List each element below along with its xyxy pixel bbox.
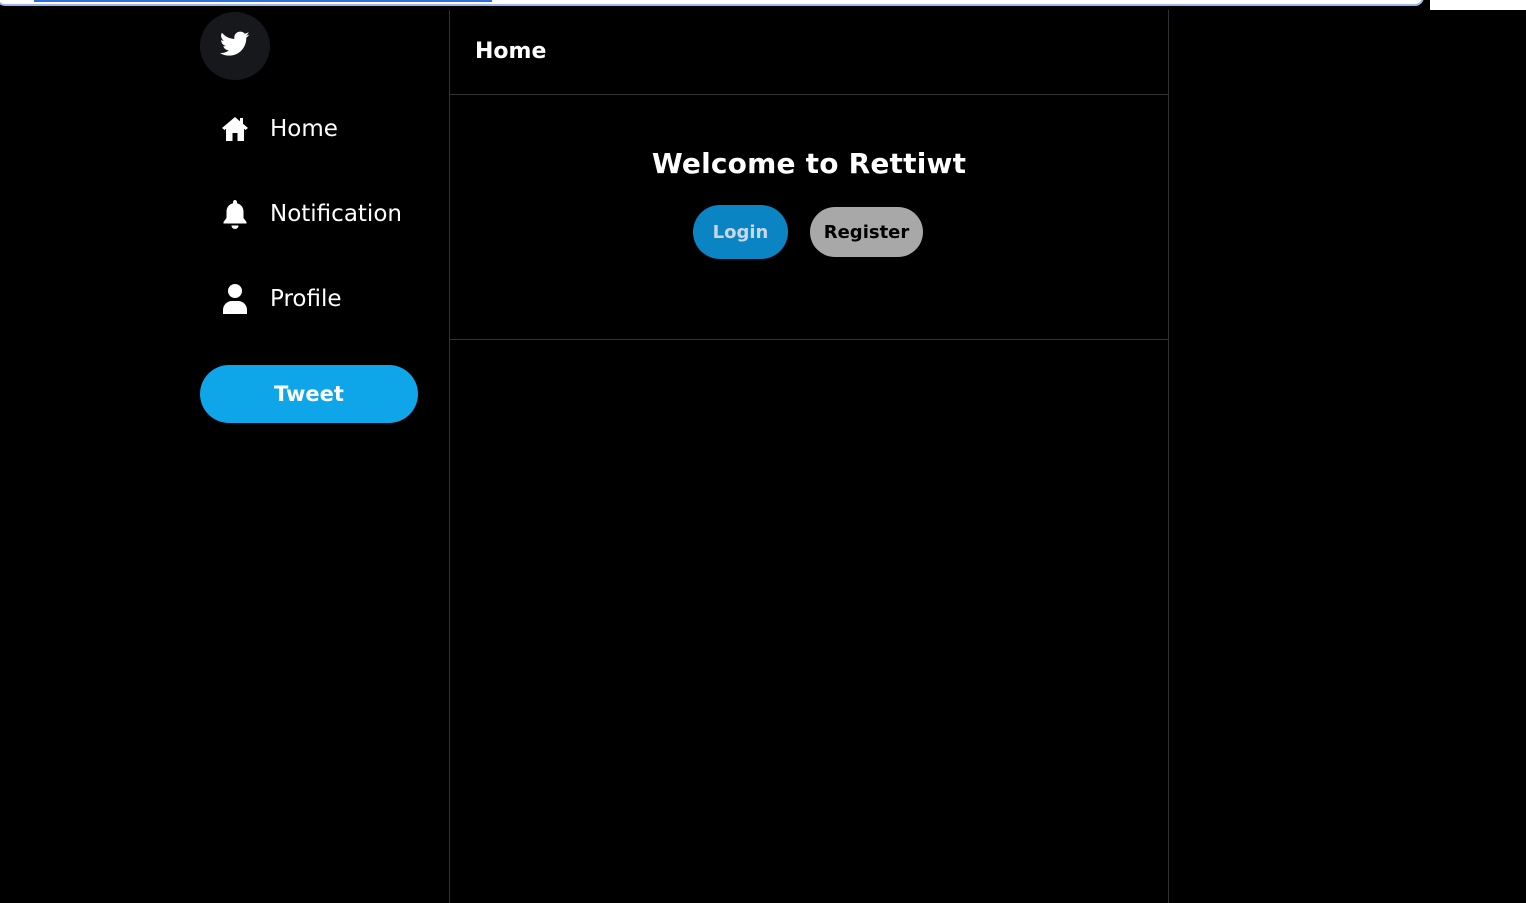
home-icon bbox=[218, 112, 252, 146]
logo-button[interactable] bbox=[200, 12, 270, 80]
register-button[interactable]: Register bbox=[810, 207, 923, 257]
page-title: Home bbox=[475, 38, 547, 64]
nav-item-home[interactable]: Home bbox=[218, 109, 338, 149]
twitter-bird-icon bbox=[219, 31, 250, 61]
browser-corner bbox=[1430, 0, 1526, 10]
main-header: Home bbox=[450, 10, 1168, 95]
welcome-heading: Welcome to Rettiwt bbox=[651, 147, 967, 180]
nav-label-profile: Profile bbox=[270, 286, 342, 312]
nav-label-home: Home bbox=[270, 116, 338, 142]
tweet-button[interactable]: Tweet bbox=[200, 365, 418, 423]
main-column: Home Welcome to Rettiwt Login Register bbox=[449, 10, 1169, 903]
nav-label-notification: Notification bbox=[270, 201, 402, 227]
user-icon bbox=[218, 282, 252, 316]
browser-top-strip bbox=[0, 0, 1526, 10]
nav-item-notification[interactable]: Notification bbox=[218, 194, 402, 234]
nav-item-profile[interactable]: Profile bbox=[218, 279, 342, 319]
loading-bar bbox=[34, 0, 492, 2]
bell-icon bbox=[218, 197, 252, 231]
login-button[interactable]: Login bbox=[693, 205, 788, 259]
sidebar: Home Notification Profile Tweet bbox=[0, 10, 449, 903]
welcome-panel: Welcome to Rettiwt Login Register bbox=[450, 95, 1168, 340]
